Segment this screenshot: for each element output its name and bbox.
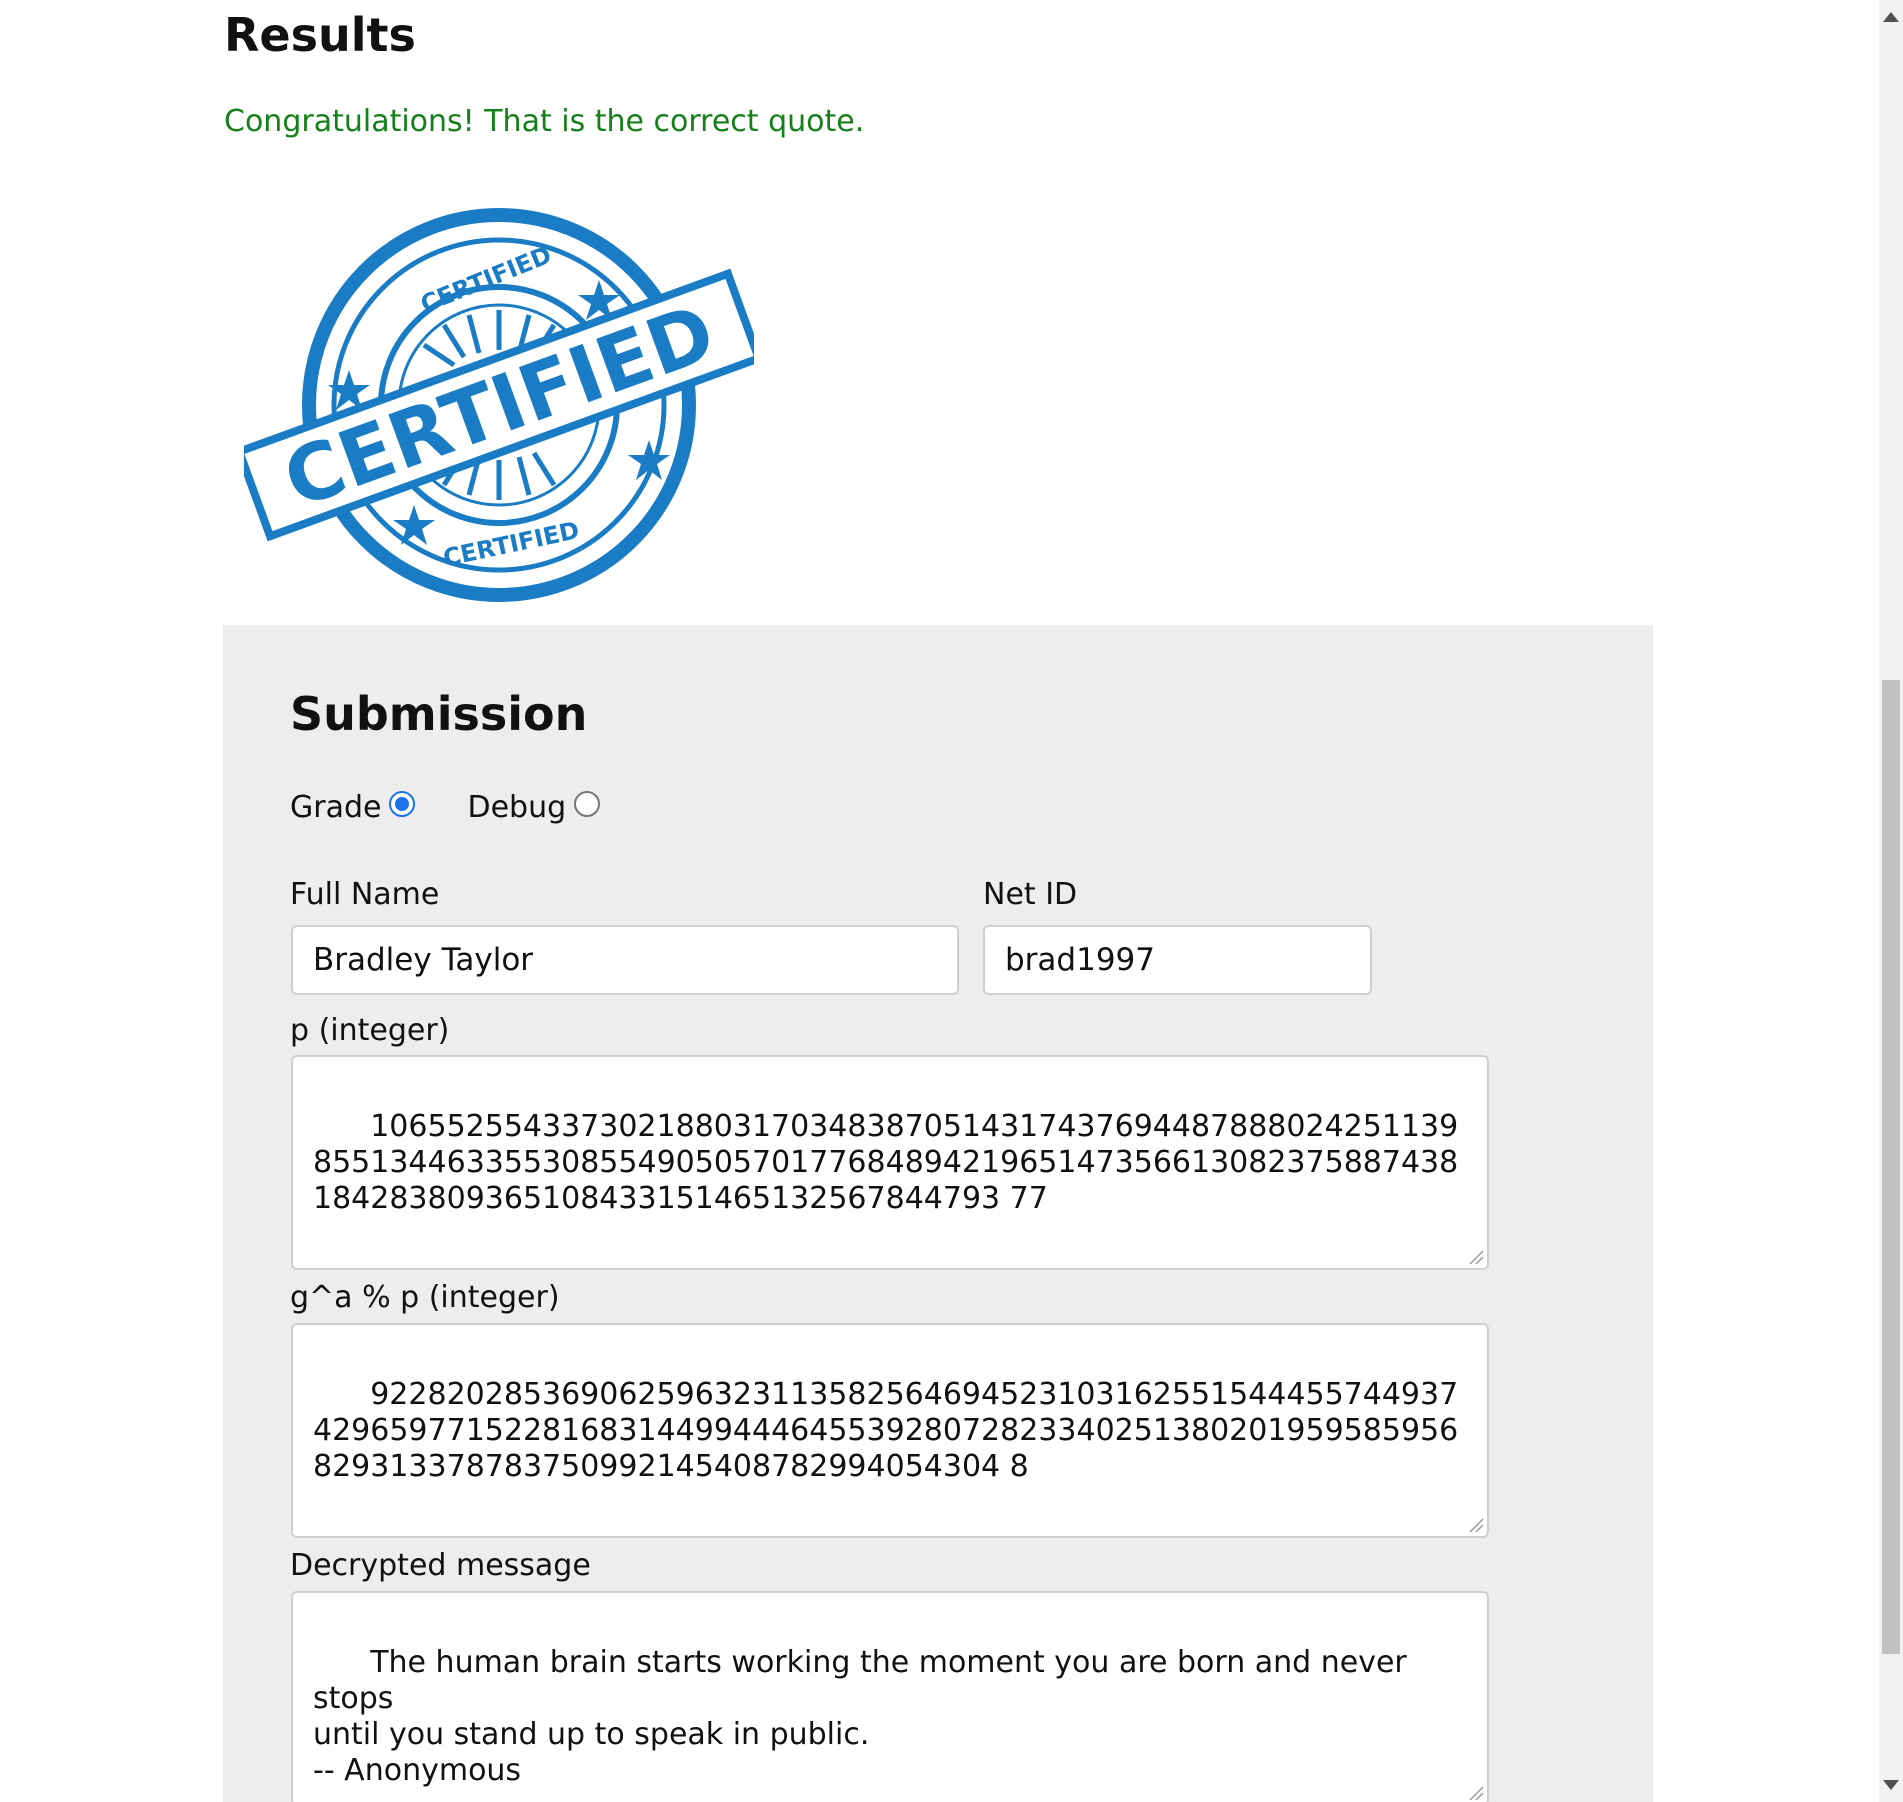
g-a-mod-p-textarea[interactable]: 9228202853690625963231135825646945231031… xyxy=(291,1323,1489,1538)
resize-grip-icon[interactable] xyxy=(1466,1515,1484,1533)
full-name-input[interactable]: Bradley Taylor xyxy=(291,925,959,995)
grade-radio-label[interactable]: Grade xyxy=(290,790,381,825)
scroll-thumb[interactable] xyxy=(1882,680,1900,1654)
decrypted-message-value: The human brain starts working the momen… xyxy=(313,1645,1407,1788)
debug-radio-label[interactable]: Debug xyxy=(467,790,566,825)
full-name-label: Full Name xyxy=(290,877,440,912)
debug-radio[interactable] xyxy=(574,790,601,817)
vertical-scrollbar[interactable] xyxy=(1879,0,1903,1802)
scroll-up-arrow-icon[interactable] xyxy=(1883,12,1899,22)
net-id-input[interactable]: brad1997 xyxy=(983,925,1372,995)
results-title: Results xyxy=(224,8,416,62)
submission-title: Submission xyxy=(290,687,588,741)
p-integer-textarea[interactable]: 1065525543373021880317034838705143174376… xyxy=(291,1055,1489,1270)
success-message: Congratulations! That is the correct quo… xyxy=(224,104,865,139)
mode-radio-group: Grade Debug xyxy=(290,790,601,825)
p-integer-value: 1065525543373021880317034838705143174376… xyxy=(313,1109,1459,1216)
g-a-mod-p-value: 9228202853690625963231135825646945231031… xyxy=(313,1377,1459,1484)
net-id-label: Net ID xyxy=(983,877,1078,912)
g-a-mod-p-label: g^a % p (integer) xyxy=(290,1280,560,1315)
page: Results Congratulations! That is the cor… xyxy=(0,0,1903,1802)
submission-panel: Submission Grade Debug Full Name Bradley… xyxy=(223,625,1653,1802)
decrypted-message-textarea[interactable]: The human brain starts working the momen… xyxy=(291,1591,1489,1802)
p-integer-label: p (integer) xyxy=(290,1013,450,1048)
resize-grip-icon[interactable] xyxy=(1466,1247,1484,1265)
decrypted-message-label: Decrypted message xyxy=(290,1548,591,1583)
certified-stamp-image: CERTIFIED CERTIFIED CERTIFIED xyxy=(244,208,754,602)
grade-radio[interactable] xyxy=(389,790,416,817)
resize-grip-icon[interactable] xyxy=(1466,1783,1484,1801)
scroll-down-arrow-icon[interactable] xyxy=(1883,1780,1899,1790)
